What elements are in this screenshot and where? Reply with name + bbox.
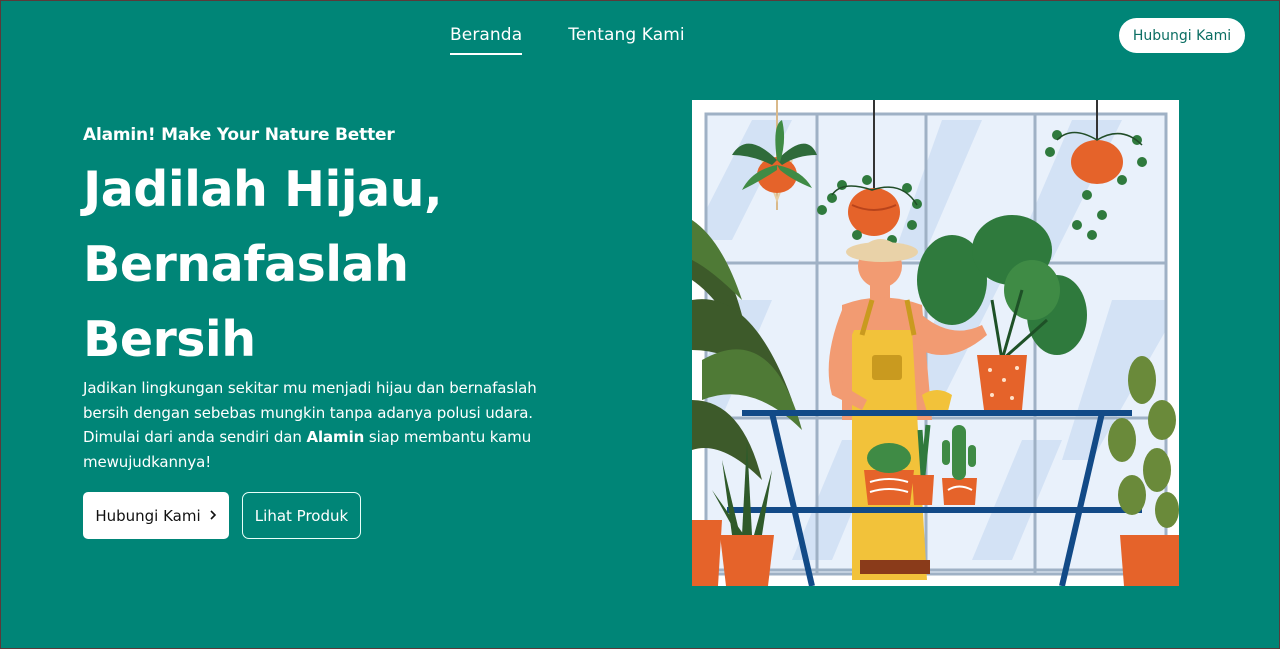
contact-button-nav[interactable]: Hubungi Kami — [1119, 18, 1245, 53]
brand-name: Alamin — [306, 428, 365, 446]
hero-description: Jadikan lingkungan sekitar mu menjadi hi… — [83, 376, 563, 474]
view-products-button[interactable]: Lihat Produk — [242, 492, 361, 539]
nav-link-tentang-kami[interactable]: Tentang Kami — [568, 25, 685, 55]
headline-line-1: Jadilah Hijau, — [83, 161, 443, 218]
headline-line-3: Bersih — [83, 311, 256, 368]
contact-button-label: Hubungi Kami — [95, 506, 201, 525]
chevron-right-icon — [209, 507, 217, 525]
hero-eyebrow: Alamin! Make Your Nature Better — [83, 125, 395, 145]
contact-button-hero[interactable]: Hubungi Kami — [83, 492, 229, 539]
hero-headline: Jadilah Hijau, Bernafaslah Bersih — [83, 152, 603, 377]
top-navbar: Beranda Tentang Kami Hubungi Kami — [0, 0, 1280, 72]
headline-line-2: Bernafaslah — [83, 236, 409, 293]
hero-illustration — [692, 100, 1179, 586]
nav-links: Beranda Tentang Kami — [450, 25, 685, 55]
nav-link-beranda[interactable]: Beranda — [450, 25, 523, 55]
gardener-illustration — [692, 100, 1179, 586]
